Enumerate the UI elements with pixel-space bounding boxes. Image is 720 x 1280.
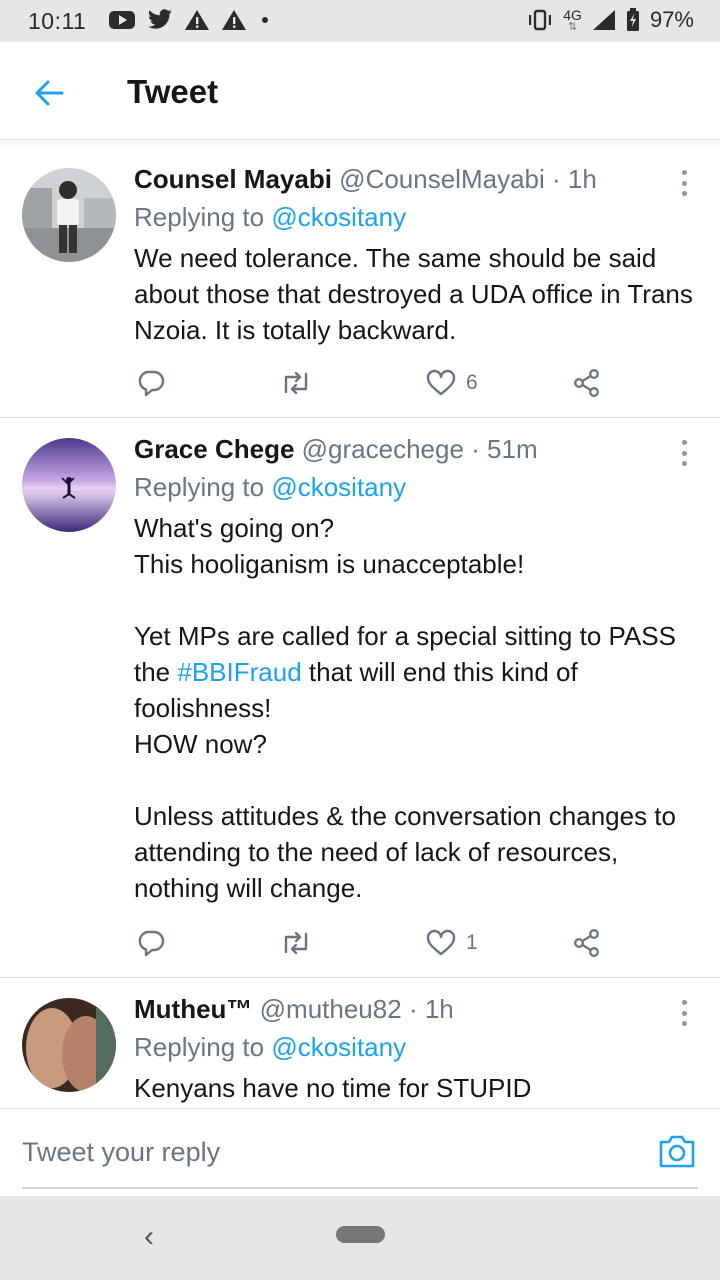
reply-icon	[138, 370, 165, 397]
reply-action[interactable]	[136, 926, 166, 960]
replying-to-label: Replying to	[134, 1032, 265, 1062]
avatar[interactable]	[22, 998, 116, 1092]
author-name[interactable]: Grace Chege	[134, 434, 294, 464]
tweet-time: · 1h	[552, 164, 597, 194]
share-action[interactable]	[572, 926, 602, 960]
retweet-action[interactable]	[280, 926, 312, 960]
reply-list[interactable]: Counsel Mayabi @CounselMayabi · 1h Reply…	[0, 148, 720, 1108]
vibrate-icon	[529, 9, 552, 31]
youtube-icon	[109, 11, 135, 29]
camera-button[interactable]	[658, 1133, 696, 1169]
nav-home-button[interactable]	[336, 1226, 385, 1243]
status-bar: 10:11 4G ⇅ 97%	[0, 0, 720, 42]
camera-icon	[659, 1135, 695, 1168]
hashtag-link[interactable]: #BBIFraud	[177, 657, 301, 687]
like-count: 6	[466, 371, 478, 394]
status-time: 10:11	[28, 8, 87, 34]
system-nav-bar: ‹	[0, 1196, 720, 1280]
more-options-button[interactable]	[674, 168, 694, 198]
battery-icon	[626, 8, 639, 31]
tweet-header: Mutheu™ @mutheu82 · 1h	[134, 994, 454, 1025]
more-notifications-dot	[262, 17, 268, 23]
mention-link[interactable]: @ckositany	[271, 1032, 406, 1062]
like-action[interactable]: 6	[426, 366, 478, 400]
share-icon	[574, 369, 599, 397]
retweet-icon	[284, 371, 308, 395]
avatar-photo	[22, 438, 116, 532]
replying-to-label: Replying to	[134, 202, 265, 232]
author-handle[interactable]: @CounselMayabi	[339, 164, 545, 194]
heart-icon	[426, 369, 456, 396]
header-divider	[0, 140, 720, 148]
retweet-icon	[284, 931, 308, 955]
tweet-text: We need tolerance. The same should be sa…	[134, 240, 700, 348]
share-action[interactable]	[572, 366, 602, 400]
tweet-text-paragraph: Yet MPs are called for a special sitting…	[134, 618, 700, 762]
retweet-action[interactable]	[280, 366, 312, 400]
battery-percent: 97%	[649, 7, 694, 32]
network-type: 4G ⇅	[563, 8, 582, 33]
tweet-actions: 6	[134, 366, 614, 400]
tweet-header: Grace Chege @gracechege · 51m	[134, 434, 538, 465]
avatar[interactable]	[22, 438, 116, 532]
more-options-button[interactable]	[674, 998, 694, 1028]
tweet-text-paragraph: We need tolerance. The same should be sa…	[134, 243, 701, 345]
twitter-bird-icon	[147, 9, 172, 29]
avatar[interactable]	[22, 168, 116, 262]
replying-to: Replying to @ckositany	[134, 1032, 406, 1063]
mention-link[interactable]: @ckositany	[271, 202, 406, 232]
author-name[interactable]: Counsel Mayabi	[134, 164, 332, 194]
tweet-time: · 51m	[471, 434, 538, 464]
system-icons: 4G ⇅ 97%	[527, 7, 694, 33]
avatar-photo	[22, 168, 116, 262]
tweet-text-paragraph: Unless attitudes & the conversation chan…	[134, 801, 684, 903]
replying-to-label: Replying to	[134, 472, 265, 502]
reply-icon	[138, 930, 165, 957]
author-handle[interactable]: @gracechege	[302, 434, 464, 464]
nav-back-button[interactable]: ‹	[144, 1220, 154, 1254]
like-count: 1	[466, 931, 478, 954]
reply-input-underline	[22, 1187, 698, 1189]
signal-icon	[592, 10, 615, 30]
avatar-photo	[22, 998, 116, 1092]
like-action[interactable]: 1	[426, 926, 478, 960]
tweet-actions: 1	[134, 926, 614, 960]
tweet-time: · 1h	[408, 994, 454, 1024]
reply-action[interactable]	[136, 366, 166, 400]
author-name[interactable]: Mutheu™	[134, 994, 252, 1024]
tweet-item[interactable]: Grace Chege @gracechege · 51m Replying t…	[0, 418, 720, 978]
tweet-text-paragraph: Kenyans have no time for STUPID	[134, 1073, 532, 1103]
tweet-text: What's going on? This hooliganism is una…	[134, 510, 700, 906]
author-handle[interactable]: @mutheu82	[260, 994, 402, 1024]
network-label: 4G	[563, 6, 582, 23]
tweet-text-paragraph: What's going on? This hooliganism is una…	[134, 513, 525, 579]
app-header: Tweet	[0, 42, 720, 140]
tweet-item[interactable]: Counsel Mayabi @CounselMayabi · 1h Reply…	[0, 148, 720, 418]
tweet-text: Kenyans have no time for STUPID	[134, 1070, 700, 1106]
mention-link[interactable]: @ckositany	[271, 472, 406, 502]
warning-icon	[185, 10, 209, 30]
data-arrows-icon: ⇅	[568, 20, 578, 33]
tweet-item[interactable]: Mutheu™ @mutheu82 · 1h Replying to @ckos…	[0, 978, 720, 1108]
tweet-header: Counsel Mayabi @CounselMayabi · 1h	[134, 164, 597, 195]
reply-composer: Tweet your reply	[0, 1108, 720, 1196]
notification-icons	[108, 9, 268, 31]
share-icon	[574, 929, 599, 957]
arrow-left-icon	[35, 80, 64, 106]
replying-to: Replying to @ckositany	[134, 202, 406, 233]
page-title: Tweet	[127, 73, 219, 110]
back-button[interactable]	[26, 70, 72, 116]
warning-icon-2	[222, 10, 246, 30]
more-options-button[interactable]	[674, 438, 694, 468]
heart-icon	[426, 929, 456, 956]
replying-to: Replying to @ckositany	[134, 472, 406, 503]
reply-input[interactable]: Tweet your reply	[22, 1137, 220, 1168]
